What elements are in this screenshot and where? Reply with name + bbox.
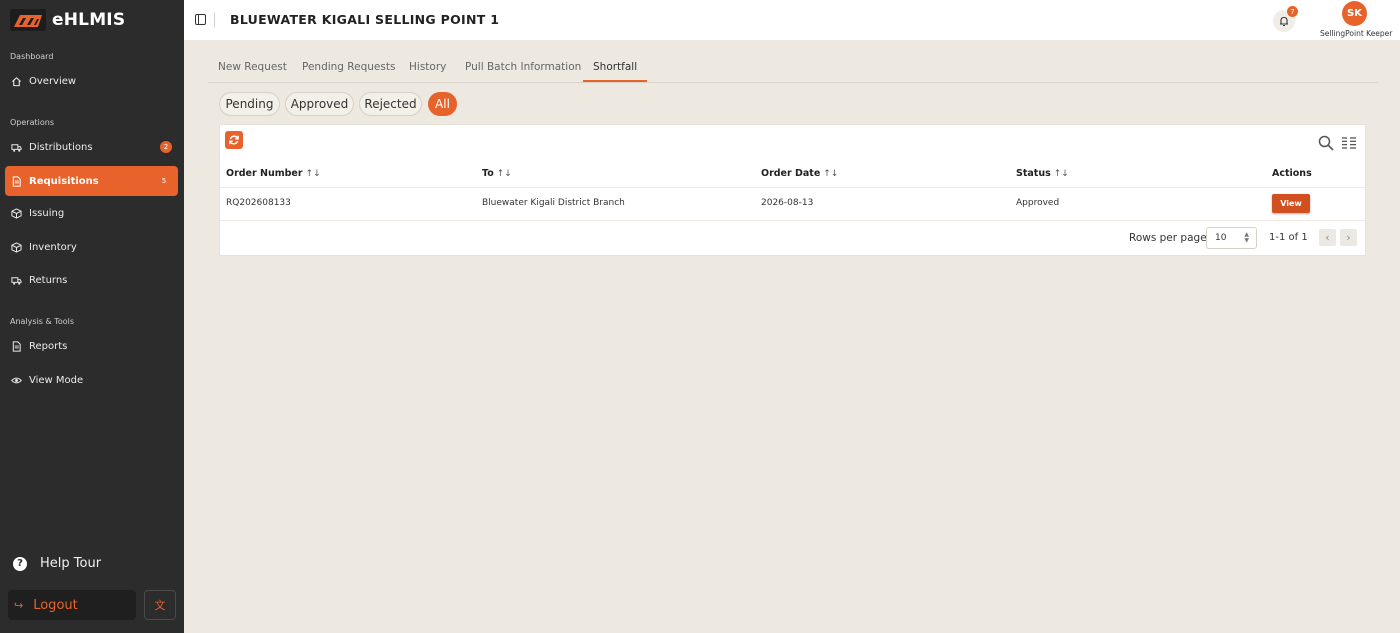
column-header-order-number[interactable]: Order Number ↑↓ — [226, 168, 321, 179]
truck-return-icon — [11, 275, 22, 286]
document-icon — [11, 175, 22, 187]
sidebar-item-view-mode[interactable]: View Mode — [5, 365, 178, 395]
filter-pending[interactable]: Pending — [219, 92, 280, 116]
view-button[interactable]: View — [1272, 194, 1310, 213]
refresh-button[interactable] — [225, 131, 243, 149]
help-tour-label: Help Tour — [40, 556, 102, 571]
section-title-dashboard: Dashboard — [10, 52, 54, 61]
eye-icon — [11, 375, 22, 386]
tab-pull-batch-information[interactable]: Pull Batch Information — [455, 61, 591, 82]
sidebar-item-label: Issuing — [29, 207, 65, 219]
sidebar-item-label: View Mode — [29, 374, 84, 386]
sidebar-item-label: Inventory — [29, 241, 77, 253]
row-divider-line — [220, 220, 1365, 221]
cell-to: Bluewater Kigali District Branch — [482, 198, 625, 208]
language-button[interactable]: 文 — [144, 590, 176, 620]
bell-icon — [1280, 16, 1288, 27]
tab-shortfall[interactable]: Shortfall — [583, 61, 648, 82]
sidebar-item-inventory[interactable]: Inventory — [5, 232, 178, 262]
user-role: SellingPoint Keeper — [1320, 29, 1393, 38]
sidebar-item-overview[interactable]: Overview — [5, 66, 178, 96]
header: BLUEWATER KIGALI SELLING POINT 1 7 SK Se… — [184, 0, 1400, 40]
columns-icon[interactable] — [1342, 137, 1356, 149]
tab-pending-requests[interactable]: Pending Requests — [292, 61, 405, 82]
page-title: BLUEWATER KIGALI SELLING POINT 1 — [230, 12, 500, 27]
rows-per-page-label: Rows per page — [1129, 232, 1207, 244]
filter-approved[interactable]: Approved — [285, 92, 354, 116]
sidebar-item-label: Reports — [29, 340, 68, 352]
requisition-tabs: New Request Pending Requests History Pul… — [208, 56, 1378, 83]
rows-per-page-value: 10 — [1215, 233, 1227, 243]
page-range: 1-1 of 1 — [1269, 232, 1308, 243]
package-icon — [11, 207, 22, 219]
help-tour-button[interactable]: ? Help Tour — [13, 556, 101, 571]
column-header-to[interactable]: To ↑↓ — [482, 168, 512, 179]
requisitions-count-badge: 5 — [161, 177, 167, 185]
tab-new-request[interactable]: New Request — [208, 61, 297, 82]
distributions-count-badge: 2 — [160, 141, 172, 153]
logout-button[interactable]: ↪ Logout — [8, 590, 136, 620]
logout-label: Logout — [33, 597, 78, 613]
app-name: eHLMIS — [52, 10, 126, 30]
rows-per-page-select[interactable]: 10 ▲ ▼ — [1206, 227, 1257, 249]
refresh-icon — [229, 135, 239, 145]
previous-page-button[interactable]: ‹ — [1319, 229, 1336, 246]
notification-count-badge: 7 — [1287, 6, 1298, 17]
sidebar-item-label: Requisitions — [29, 175, 99, 187]
section-title-analysis: Analysis & Tools — [10, 317, 74, 326]
tab-history[interactable]: History — [399, 61, 456, 82]
sidebar-item-label: Overview — [29, 75, 77, 87]
sort-icon: ↑↓ — [823, 168, 839, 179]
requisitions-table-card: Order Number ↑↓ To ↑↓ Order Date ↑↓ Stat… — [219, 124, 1366, 256]
help-icon: ? — [13, 556, 27, 571]
sidebar-item-requisitions[interactable]: Requisitions 5 — [5, 166, 178, 196]
filter-rejected[interactable]: Rejected — [359, 92, 422, 116]
header-divider — [214, 13, 215, 27]
sidebar-item-returns[interactable]: Returns — [5, 265, 178, 295]
column-header-label: Order Date — [761, 168, 821, 179]
column-header-order-date[interactable]: Order Date ↑↓ — [761, 168, 838, 179]
avatar[interactable]: SK — [1342, 1, 1367, 26]
column-header-label: Actions — [1272, 168, 1312, 179]
cell-order-date: 2026-08-13 — [761, 198, 814, 208]
home-icon — [11, 76, 22, 87]
sidebar-toggle-icon[interactable] — [195, 14, 206, 25]
truck-icon — [11, 142, 22, 153]
column-header-status[interactable]: Status ↑↓ — [1016, 168, 1069, 179]
logout-icon: ↪ — [14, 598, 24, 612]
sort-icon: ↑↓ — [1053, 168, 1069, 179]
cell-status: Approved — [1016, 198, 1060, 208]
column-header-label: Order Number — [226, 168, 303, 179]
section-title-operations: Operations — [10, 118, 54, 127]
translate-icon: 文 — [154, 599, 166, 612]
column-header-actions: Actions — [1272, 168, 1312, 179]
sidebar-item-label: Returns — [29, 274, 68, 286]
sidebar-item-distributions[interactable]: Distributions 2 — [5, 132, 178, 162]
chevron-left-icon: ‹ — [1325, 231, 1330, 244]
filter-all[interactable]: All — [428, 92, 457, 116]
logo-icon — [10, 9, 46, 31]
sort-icon: ↑↓ — [305, 168, 321, 179]
search-icon[interactable] — [1318, 135, 1334, 151]
chevron-right-icon: › — [1346, 231, 1351, 244]
select-caret-icon: ▲ ▼ — [1244, 231, 1249, 244]
box-icon — [11, 241, 22, 253]
sidebar-item-label: Distributions — [29, 141, 93, 153]
next-page-button[interactable]: › — [1340, 229, 1357, 246]
sort-icon: ↑↓ — [496, 168, 512, 179]
brand[interactable]: eHLMIS — [10, 8, 125, 32]
sidebar-item-reports[interactable]: Reports — [5, 331, 178, 361]
cell-order-number: RQ202608133 — [226, 198, 291, 208]
report-icon — [11, 340, 22, 352]
sidebar: eHLMIS Dashboard Overview Operations Dis… — [0, 0, 184, 633]
column-header-label: Status — [1016, 168, 1051, 179]
sidebar-item-issuing[interactable]: Issuing — [5, 198, 178, 228]
header-divider-line — [220, 187, 1365, 188]
column-header-label: To — [482, 168, 494, 179]
